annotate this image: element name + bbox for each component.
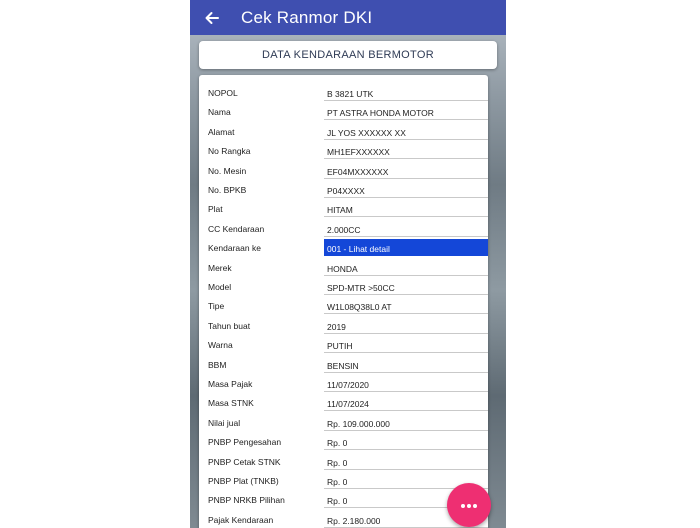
data-row: BBM BENSIN xyxy=(199,356,488,375)
row-value-field: P04XXXX xyxy=(324,181,488,198)
row-label: BBM xyxy=(208,359,227,370)
row-label: Tipe xyxy=(208,301,225,312)
row-label: Model xyxy=(208,282,232,292)
data-row: PNBP Plat (TNKB) Rp. 0 xyxy=(199,472,488,491)
row-value-field: SPD-MTR >50CC xyxy=(324,278,488,295)
row-value-field: Rp. 109.000.000 xyxy=(324,414,488,431)
row-value: JL YOS XXXXXX XX xyxy=(327,127,406,138)
row-value-field: 11/07/2020 xyxy=(324,375,488,392)
row-value: P04XXXX xyxy=(327,186,365,196)
row-value-field: HONDA xyxy=(324,259,488,276)
row-label: Tahun buat xyxy=(208,320,251,331)
data-row: PNBP NRKB Pilihan Rp. 0 xyxy=(199,491,488,510)
app-screen: Cek Ranmor DKI DATA KENDARAAN BERMOTOR N… xyxy=(190,0,506,528)
row-value: Rp. 109.000.000 xyxy=(327,418,390,429)
row-value-field: PT ASTRA HONDA MOTOR xyxy=(324,103,488,121)
data-row: Masa Pajak 11/07/2020 xyxy=(199,375,488,394)
data-row: No. BPKB P04XXXX xyxy=(199,181,488,200)
row-label: Masa STNK xyxy=(208,398,254,409)
row-label: Pajak Kendaraan xyxy=(208,514,274,525)
data-row: Plat HITAM xyxy=(199,200,488,219)
row-label: Kendaraan ke xyxy=(208,243,261,254)
row-label: PNBP Pengesahan xyxy=(208,437,282,448)
row-value: 001 - Lihat detail xyxy=(327,244,390,255)
row-value: 11/07/2024 xyxy=(327,399,369,410)
row-value: PT ASTRA HONDA MOTOR xyxy=(327,108,434,119)
row-label: Masa Pajak xyxy=(208,379,253,389)
row-value-field: Rp. 0 xyxy=(324,453,488,470)
row-value: W1L08Q38L0 AT xyxy=(327,302,392,313)
row-value: EF04MXXXXXX xyxy=(327,166,389,177)
row-value-field: HITAM xyxy=(324,200,488,218)
row-label: PNBP NRKB Pilihan xyxy=(208,495,285,506)
row-value-field: Rp. 0 xyxy=(324,433,488,451)
row-label: Nilai jual xyxy=(208,417,241,428)
row-label: Warna xyxy=(208,340,233,351)
data-row: PNBP Pengesahan Rp. 0 xyxy=(199,433,488,452)
row-value-field: JL YOS XXXXXX XX xyxy=(324,123,488,140)
row-value: 2.000CC xyxy=(327,224,361,235)
row-label: Nama xyxy=(208,107,231,118)
data-row: No Rangka MH1EFXXXXXX xyxy=(199,142,488,161)
row-label: No Rangka xyxy=(208,146,251,157)
row-label: Plat xyxy=(208,204,223,215)
data-row: Pajak Kendaraan Rp. 2.180.000 xyxy=(199,511,488,528)
more-options-button[interactable] xyxy=(447,483,491,527)
row-value-field: W1L08Q38L0 AT xyxy=(324,297,488,315)
data-row: Warna PUTIH xyxy=(199,336,488,355)
row-label: No. BPKB xyxy=(208,185,247,195)
data-row: Masa STNK 11/07/2024 xyxy=(199,394,488,413)
arrow-left-icon[interactable] xyxy=(204,10,220,26)
row-value-field: PUTIH xyxy=(324,336,488,354)
row-value: Rp. 2.180.000 xyxy=(327,515,381,526)
data-row: Merek HONDA xyxy=(199,259,488,278)
row-value: 11/07/2020 xyxy=(327,380,369,390)
row-value: MH1EFXXXXXX xyxy=(327,147,390,158)
row-label: Merek xyxy=(208,262,232,273)
data-row: Nilai jual Rp. 109.000.000 xyxy=(199,414,488,433)
row-label: No. Mesin xyxy=(208,165,247,176)
data-row: Model SPD-MTR >50CC xyxy=(199,278,488,297)
row-value: Rp. 0 xyxy=(327,457,348,468)
data-row: Tahun buat 2019 xyxy=(199,317,488,336)
more-horizontal-icon xyxy=(460,496,478,514)
data-row: CC Kendaraan 2.000CC xyxy=(199,220,488,239)
app-title: Cek Ranmor DKI xyxy=(241,7,373,27)
row-value-field: MH1EFXXXXXX xyxy=(324,142,488,160)
data-row: Nama PT ASTRA HONDA MOTOR xyxy=(199,103,488,122)
row-value: Rp. 0 xyxy=(327,477,348,487)
row-label: Alamat xyxy=(208,126,235,137)
data-row: PNBP Cetak STNK Rp. 0 xyxy=(199,453,488,472)
row-value: SPD-MTR >50CC xyxy=(327,283,395,293)
row-label: PNBP Plat (TNKB) xyxy=(208,476,279,486)
data-row: Tipe W1L08Q38L0 AT xyxy=(199,297,488,316)
data-row: Kendaraan ke 001 - Lihat detail xyxy=(199,239,488,258)
vehicle-data-card: NOPOL B 3821 UTK Nama PT ASTRA HONDA MOTOR A… xyxy=(199,75,488,528)
row-value-field: 11/07/2024 xyxy=(324,394,488,412)
row-value: B 3821 UTK xyxy=(327,89,374,99)
row-value: PUTIH xyxy=(327,341,353,352)
row-value: Rp. 0 xyxy=(327,438,348,449)
row-value-field: 2019 xyxy=(324,317,488,334)
app-bar: Cek Ranmor DKI xyxy=(190,0,506,35)
row-value-field: B 3821 UTK xyxy=(324,84,488,101)
row-value-field: BENSIN xyxy=(324,356,488,373)
vehicle-count-link[interactable]: 001 - Lihat detail xyxy=(324,239,488,257)
section-title: DATA KENDARAAN BERMOTOR xyxy=(199,41,497,69)
row-value: Rp. 0 xyxy=(327,496,348,507)
row-label: NOPOL xyxy=(208,88,238,98)
row-value: HONDA xyxy=(327,263,358,274)
row-label: CC Kendaraan xyxy=(208,223,265,234)
row-value-field: EF04MXXXXXX xyxy=(324,162,488,179)
row-value-field: 2.000CC xyxy=(324,220,488,237)
data-row: NOPOL B 3821 UTK xyxy=(199,84,488,103)
data-row: Alamat JL YOS XXXXXX XX xyxy=(199,123,488,142)
row-value: 2019 xyxy=(327,321,346,332)
row-label: PNBP Cetak STNK xyxy=(208,456,281,467)
row-value: BENSIN xyxy=(327,360,359,371)
row-value: HITAM xyxy=(327,205,353,216)
data-row: No. Mesin EF04MXXXXXX xyxy=(199,162,488,181)
